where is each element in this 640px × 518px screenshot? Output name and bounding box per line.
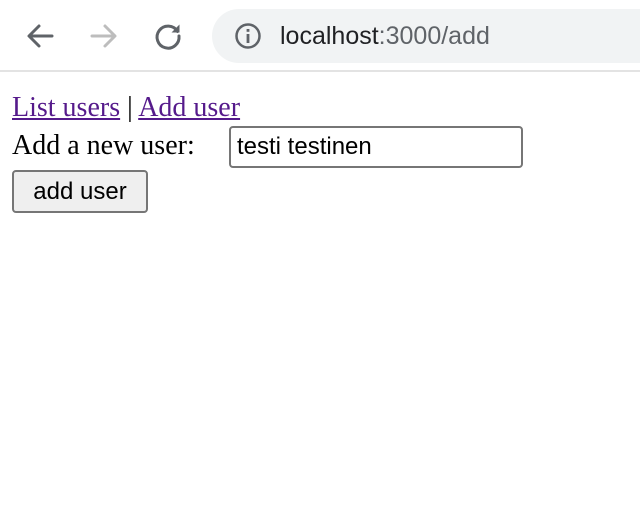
back-button[interactable] xyxy=(20,16,60,56)
reload-icon xyxy=(155,24,181,50)
browser-toolbar: localhost:3000/add xyxy=(0,0,640,72)
user-name-input[interactable] xyxy=(229,126,523,168)
arrow-right-icon xyxy=(90,24,117,48)
reload-button[interactable] xyxy=(148,16,188,56)
add-user-link[interactable]: Add user xyxy=(138,92,240,123)
forward-button[interactable] xyxy=(84,16,124,56)
nav-separator: | xyxy=(127,92,133,123)
list-users-link[interactable]: List users xyxy=(12,92,120,123)
add-user-label: Add a new user: xyxy=(12,130,195,161)
arrow-left-icon xyxy=(27,24,54,48)
add-user-button[interactable]: add user xyxy=(12,170,148,213)
address-bar[interactable]: localhost:3000/add xyxy=(212,9,640,63)
address-url[interactable]: localhost:3000/add xyxy=(280,21,490,51)
url-host: localhost xyxy=(280,22,379,50)
page-nav: List users | Add user xyxy=(12,90,240,126)
info-icon[interactable] xyxy=(234,22,262,50)
url-path: :3000/add xyxy=(378,22,490,50)
